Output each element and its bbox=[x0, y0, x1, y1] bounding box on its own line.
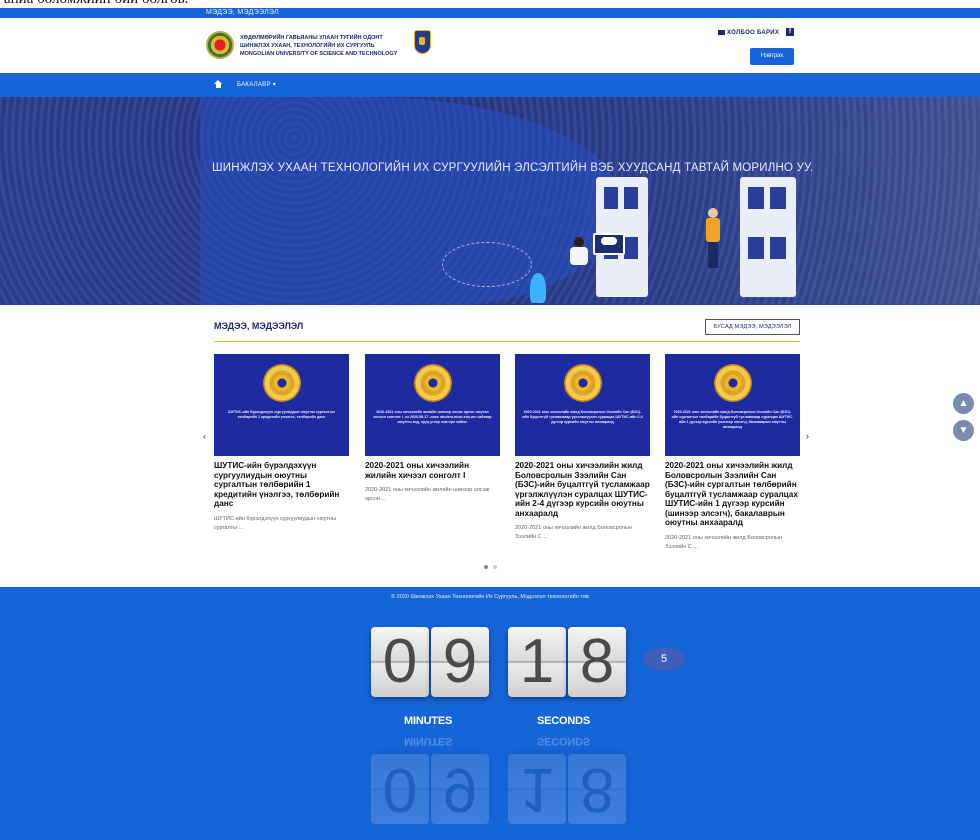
seconds-digit-tens-reflection: 1 bbox=[508, 754, 566, 824]
news-card-thumbnail-text: 2020-2021 оны хичээлийн жилд Боловсролын… bbox=[671, 410, 794, 429]
news-card-thumbnail[interactable]: 2020-2021 оны хичээлийн жилд Боловсролын… bbox=[665, 354, 800, 456]
university-seal-logo[interactable] bbox=[206, 31, 234, 59]
scroll-up-button[interactable]: ▲ bbox=[953, 393, 974, 414]
news-card-thumbnail-text: ШУТИС-ийн бүрэлдэхүүн сургуулиудын оюутн… bbox=[228, 410, 335, 419]
home-icon[interactable] bbox=[214, 80, 222, 88]
minutes-label-reflection: MINUTES bbox=[404, 735, 453, 747]
news-card-snippet: ШУТИС-ийн бүрэлдэхүүн сургуулиудын оюутн… bbox=[214, 515, 336, 531]
seconds-digit-tens: 1 bbox=[508, 627, 566, 697]
news-card-title[interactable]: 2020-2021 оны хичээлийн жилийн хичээл со… bbox=[365, 461, 500, 480]
minutes-digit-ones-reflection: 9 bbox=[431, 754, 489, 824]
university-emblem-icon bbox=[262, 364, 301, 402]
news-card[interactable]: ШУТИС-ийн бүрэлдэхүүн сургуулиудын оюутн… bbox=[214, 354, 349, 533]
news-card-thumbnail[interactable]: ШУТИС-ийн бүрэлдэхүүн сургуулиудын оюутн… bbox=[214, 354, 349, 456]
top-strip: МЭДЭЭ, МЭДЭЭЛЭЛ bbox=[0, 8, 980, 18]
carousel-dot-1[interactable] bbox=[484, 565, 488, 569]
contact-label: ХОЛБОО БАРИХ bbox=[727, 30, 780, 36]
section-divider bbox=[214, 341, 800, 342]
scroll-down-button[interactable]: ▼ bbox=[953, 420, 974, 441]
server-rack-right bbox=[740, 177, 796, 297]
news-card[interactable]: 2020-2021 оны хичээлийн жилд Боловсролын… bbox=[515, 354, 650, 542]
minutes-digit-ones: 9 bbox=[431, 627, 489, 697]
contact-link[interactable]: ХОЛБОО БАРИХ bbox=[718, 30, 779, 36]
countdown-area: 0 9 1 8 MINUTES SECONDS MINUTES SECONDS … bbox=[0, 607, 980, 840]
hero-banner: ШИНЖЛЭХ УХААН ТЕХНОЛОГИЙН ИХ СУРГУУЛИЙН … bbox=[0, 97, 980, 305]
carousel-prev-arrow[interactable]: ‹ bbox=[203, 431, 206, 441]
university-emblem-icon bbox=[413, 364, 452, 402]
university-emblem-icon bbox=[713, 364, 752, 402]
hero-title: ШИНЖЛЭХ УХААН ТЕХНОЛОГИЙН ИХ СУРГУУЛИЙН … bbox=[212, 162, 814, 174]
page-root: аниа боломжийн бий болгов. МЭДЭЭ, МЭДЭЭЛ… bbox=[0, 0, 980, 840]
news-card-thumbnail[interactable]: 2020-2021 оны хичээлийн жилд Боловсролын… bbox=[515, 354, 650, 456]
logo-line-3: MONGOLIAN UNIVERSITY OF SCIENCE AND TECH… bbox=[240, 51, 398, 57]
main-nav: БАКАЛАВР ▾ bbox=[0, 73, 980, 97]
seconds-label: SECONDS bbox=[537, 715, 590, 727]
countdown-badge: 5 bbox=[643, 647, 685, 671]
news-card-title[interactable]: ШУТИС-ийн бүрэлдэхүүн сургуулиудын оюутн… bbox=[214, 461, 349, 509]
seconds-digit-ones-reflection: 8 bbox=[568, 754, 626, 824]
minutes-label: MINUTES bbox=[404, 715, 453, 727]
news-card-snippet: 2020-2021 оны хичээлийн жилийн шинээр эл… bbox=[365, 487, 490, 502]
news-card-snippet: 2020-2021 оны хичээлийн жилд Боловсролын… bbox=[515, 525, 632, 540]
hero-dashed-path bbox=[442, 242, 532, 287]
news-card-thumbnail-text: 2020-2021 оны хичээлийн жилийн шинээр эл… bbox=[373, 410, 492, 424]
university-name[interactable]: ХӨДӨЛМӨРИЙН ГАВЬЯАНЫ УЛААН ТУГИЙН ОДОНТ … bbox=[240, 34, 410, 58]
nav-item-bachelor[interactable]: БАКАЛАВР ▾ bbox=[237, 73, 276, 97]
university-emblem-icon bbox=[563, 364, 602, 402]
minutes-digit-tens: 0 bbox=[371, 627, 429, 697]
news-card[interactable]: 2020-2021 оны хичээлийн жилийн шинээр эл… bbox=[365, 354, 500, 504]
facebook-icon[interactable]: f bbox=[786, 28, 794, 36]
cloud-icon bbox=[601, 237, 617, 245]
clipped-top-text-area: аниа боломжийн бий болгов. bbox=[0, 0, 980, 8]
minutes-digit-tens-reflection: 0 bbox=[371, 754, 429, 824]
news-section-title: МЭДЭЭ, МЭДЭЭЛЭЛ bbox=[214, 321, 304, 331]
shield-logo bbox=[414, 30, 431, 54]
top-news-link[interactable]: МЭДЭЭ, МЭДЭЭЛЭЛ bbox=[206, 8, 279, 18]
carousel-next-arrow[interactable]: › bbox=[806, 431, 809, 441]
news-card-snippet: 2020-2021 оны хичээлийн жилд Боловсролын… bbox=[665, 534, 782, 550]
logo-line-1: ХӨДӨЛМӨРИЙН ГАВЬЯАНЫ УЛААН ТУГИЙН ОДОНТ bbox=[240, 35, 383, 41]
seated-person-illustration bbox=[570, 237, 588, 277]
site-header: ХӨДӨЛМӨРИЙН ГАВЬЯАНЫ УЛААН ТУГИЙН ОДОНТ … bbox=[0, 18, 980, 73]
news-card-title[interactable]: 2020-2021 оны хичээлийн жилд Боловсролын… bbox=[665, 461, 800, 528]
seconds-label-reflection: SECONDS bbox=[537, 735, 590, 747]
carousel-dot-2[interactable] bbox=[493, 565, 497, 569]
clipped-top-text: аниа боломжийн бий болгов. bbox=[4, 0, 188, 8]
login-button[interactable]: Нэвтрэх bbox=[750, 48, 794, 65]
news-card-title[interactable]: 2020-2021 оны хичээлийн жилд Боловсролын… bbox=[515, 461, 650, 518]
news-card-thumbnail-text: 2020-2021 оны хичээлийн жилд Боловсролын… bbox=[522, 410, 643, 424]
seconds-digit-ones: 8 bbox=[568, 627, 626, 697]
mail-icon bbox=[718, 30, 725, 35]
plant-illustration bbox=[530, 273, 546, 303]
engineer-illustration bbox=[704, 208, 722, 268]
more-news-button[interactable]: БУСАД МЭДЭЭ, МЭДЭЭЛЭЛ bbox=[705, 319, 800, 335]
footer-copyright: © 2020 Шинжлэх Ухаан Технологийн Их Сург… bbox=[391, 594, 589, 600]
news-card[interactable]: 2020-2021 оны хичээлийн жилд Боловсролын… bbox=[665, 354, 800, 552]
logo-line-2: ШИНЖЛЭХ УХААН, ТЕХНОЛОГИЙН ИХ СУРГУУЛЬ bbox=[240, 43, 375, 49]
news-card-thumbnail[interactable]: 2020-2021 оны хичээлийн жилийн шинээр эл… bbox=[365, 354, 500, 456]
footer-bar: © 2020 Шинжлэх Ухаан Технологийн Их Сург… bbox=[0, 587, 980, 607]
carousel-pagination bbox=[484, 556, 502, 574]
